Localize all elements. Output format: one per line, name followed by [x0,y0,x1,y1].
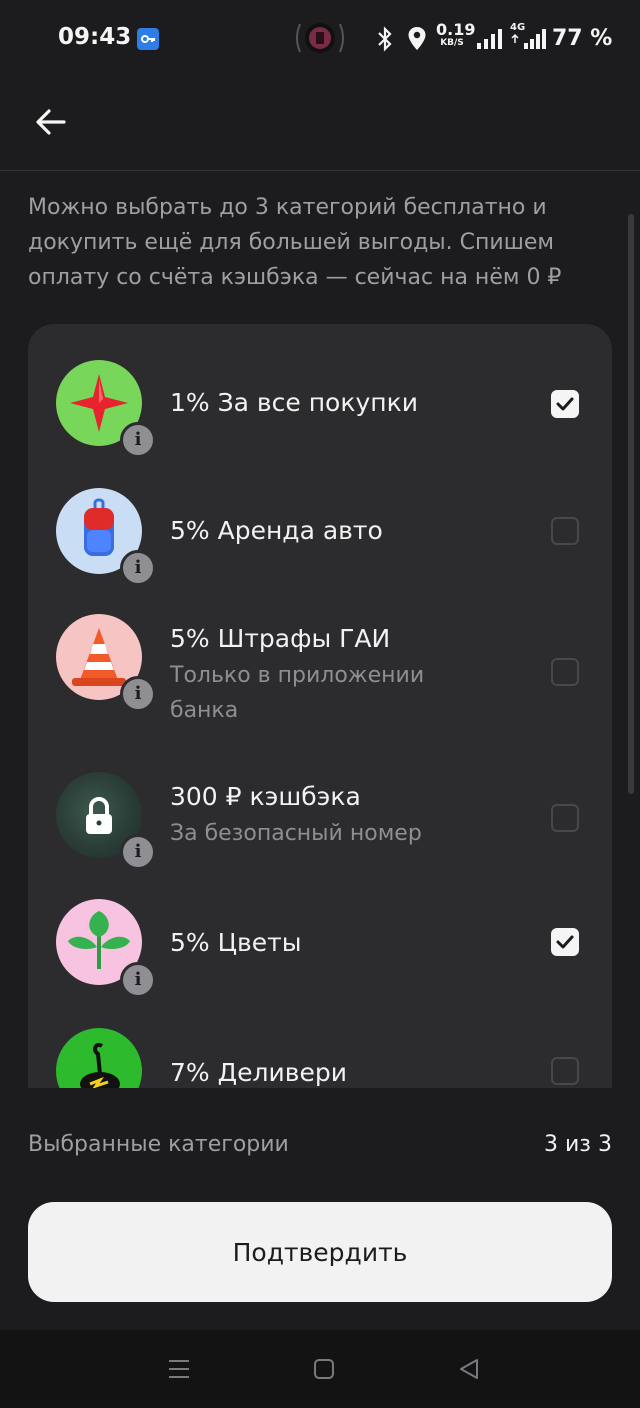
category-row-flowers[interactable]: i 5% Цветы [28,864,612,998]
category-title: 7% Деливери [170,1058,347,1087]
net-speed: 0.19 KB/S [436,22,475,49]
selected-categories-label: Выбранные категории [28,1132,289,1157]
selection-footer: Выбранные категории 3 из 3 Подтвердить [0,1088,640,1330]
cell-signal-icon [511,29,546,49]
system-nav-bar [0,1330,640,1408]
check-icon [556,935,574,949]
vpn-key-icon [137,28,159,50]
category-checkbox[interactable] [551,1057,579,1085]
net-speed-value: 0.19 [436,20,476,39]
screen: 09:43 0.19 KB/S 4G 77 % Можно выбрать до… [0,0,640,1408]
scrollbar[interactable] [628,214,634,794]
info-icon[interactable]: i [120,550,156,586]
back-nav-button[interactable] [456,1356,482,1382]
bluetooth-icon [378,26,392,52]
selected-categories-count: 3 из 3 [544,1132,612,1157]
screen-record-icon [292,18,348,58]
category-subtitle: За безопасный номер [170,821,422,846]
category-title: 5% Штрафы ГАИ [170,624,391,653]
info-icon[interactable]: i [120,962,156,998]
category-title: 5% Цветы [170,928,302,957]
wifi-signal-icon [477,29,502,49]
back-triangle-icon [460,1359,478,1379]
category-checkbox[interactable] [551,804,579,832]
location-icon [408,27,426,50]
category-checkbox[interactable] [551,517,579,545]
category-row-all-purchases[interactable]: i 1% За все покупки [28,324,612,458]
status-bar: 09:43 0.19 KB/S 4G 77 % [0,0,640,80]
category-row-delivery[interactable]: 7% Деливери [28,994,612,1088]
category-list: i 1% За все покупки i 5% Аренда авто i 5… [28,324,612,1088]
back-button[interactable] [30,102,72,144]
app-header [0,80,640,171]
recent-apps-button[interactable] [166,1356,192,1382]
delivery-ostrich-icon [56,1028,142,1088]
category-title: 5% Аренда авто [170,516,383,545]
category-subtitle: Только в приложении банка [170,663,425,723]
battery-level: 77 % [552,26,613,51]
home-square-icon [314,1359,334,1379]
home-button[interactable] [311,1356,337,1382]
category-title: 1% За все покупки [170,388,418,417]
intro-text: Можно выбрать до 3 категорий бесплатно и… [28,195,562,290]
category-checkbox[interactable] [551,658,579,686]
net-speed-unit: KB/S [440,38,464,48]
status-time: 09:43 [58,24,132,50]
category-row-car-rental[interactable]: i 5% Аренда авто [28,452,612,592]
category-title: 300 ₽ кэшбэка [170,782,361,811]
arrow-left-icon [36,109,66,135]
category-row-traffic-fines[interactable]: i 5% Штрафы ГАИ Только в приложении банк… [28,592,612,744]
info-icon[interactable]: i [120,676,156,712]
category-checkbox[interactable] [551,390,579,418]
confirm-button[interactable]: Подтвердить [28,1202,612,1302]
menu-icon [169,1360,189,1378]
category-checkbox[interactable] [551,928,579,956]
category-row-safe-number[interactable]: i 300 ₽ кэшбэка За безопасный номер [28,744,612,870]
check-icon [556,397,574,411]
